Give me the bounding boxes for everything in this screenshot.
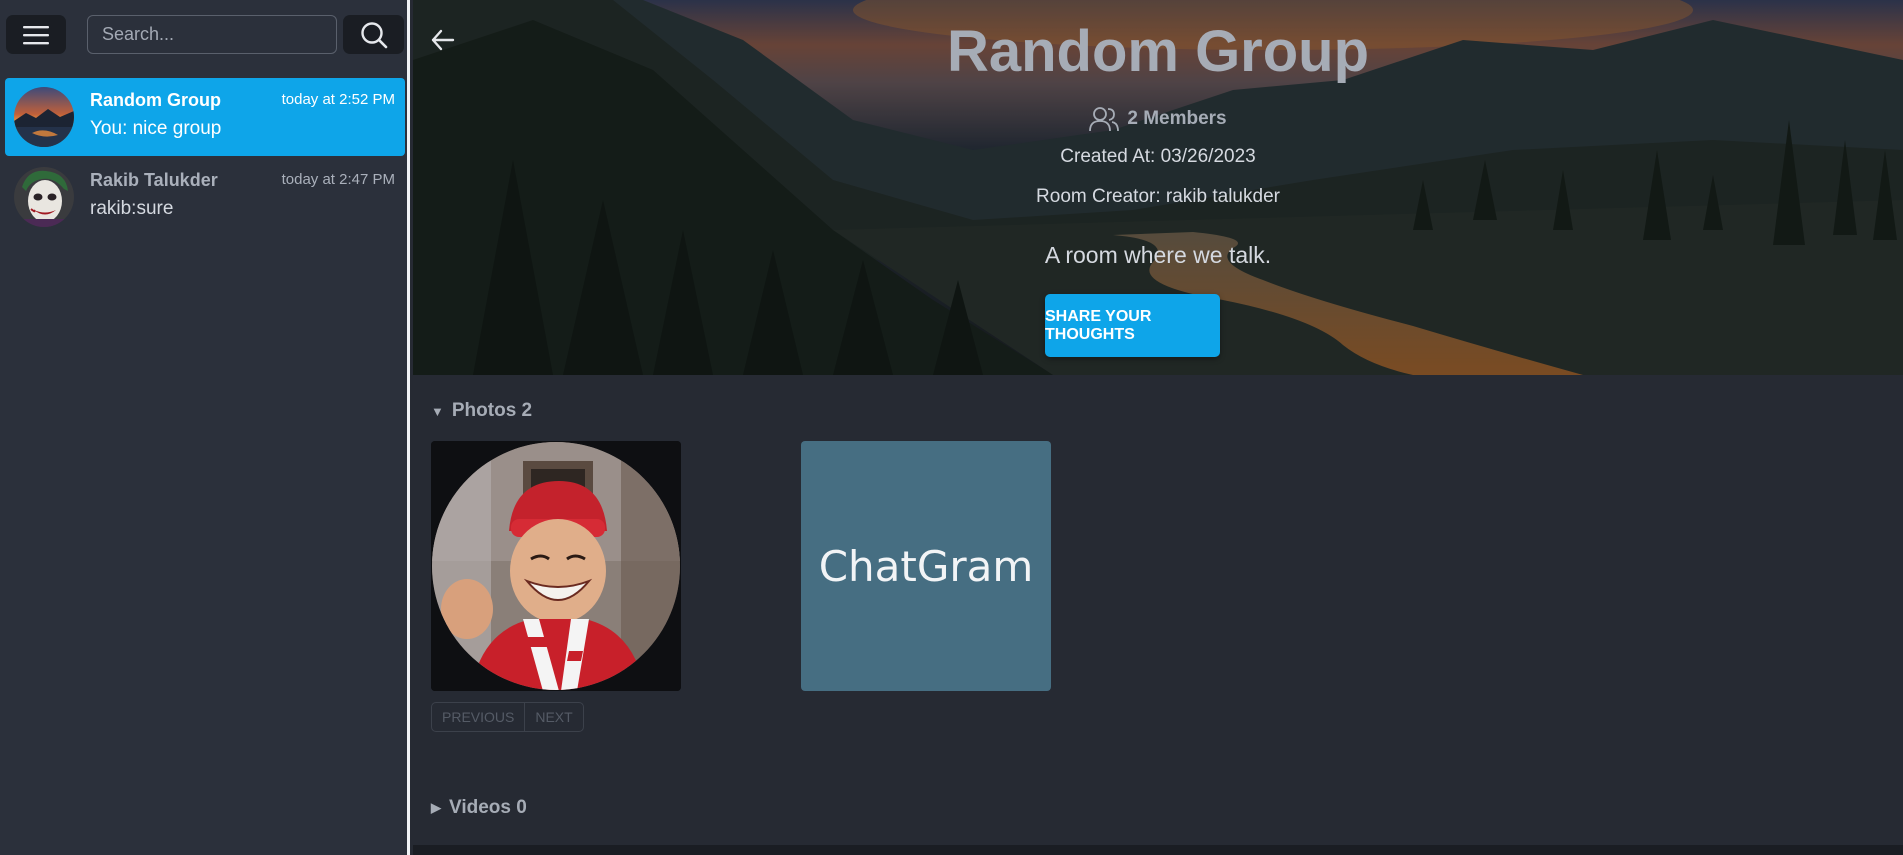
room-title: Random Group <box>946 19 1370 84</box>
room-creator: Room Creator: rakib talukder <box>1036 186 1280 207</box>
share-thoughts-button[interactable]: SHARE YOUR THOUGHTS <box>1045 294 1220 357</box>
previous-button[interactable]: PREVIOUS <box>432 703 524 731</box>
search-box <box>87 15 337 54</box>
photo-pagination: PREVIOUS NEXT <box>431 702 584 732</box>
search-button[interactable] <box>343 15 404 54</box>
smiling-person-photo <box>431 441 681 691</box>
room-panel: Random Group 2 Members Created At: 03/26… <box>413 0 1903 845</box>
chat-preview: You: nice group <box>90 118 222 139</box>
chat-time: today at 2:47 PM <box>281 171 395 188</box>
chat-name: Random Group <box>90 90 221 110</box>
members-info: 2 Members <box>413 106 1903 132</box>
photo-thumbnail[interactable] <box>431 441 681 691</box>
sidebar: Random Group today at 2:52 PM You: nice … <box>0 0 410 855</box>
chat-name: Rakib Talukder <box>90 170 218 190</box>
videos-label: Videos 0 <box>449 797 527 818</box>
joker-avatar <box>14 167 74 227</box>
chat-time: today at 2:52 PM <box>281 91 395 108</box>
chat-item-random-group[interactable]: Random Group today at 2:52 PM You: nice … <box>5 78 405 156</box>
member-count: 2 Members <box>1127 108 1227 129</box>
next-button[interactable]: NEXT <box>524 703 582 731</box>
created-at: Created At: 03/26/2023 <box>1060 146 1256 167</box>
bottom-bar <box>413 845 1903 855</box>
room-description: A room where we talk. <box>1044 242 1272 268</box>
photos-section-toggle[interactable]: ▼ Photos 2 <box>431 400 532 422</box>
photo-text: ChatGram <box>818 541 1034 591</box>
room-header: Random Group 2 Members Created At: 03/26… <box>413 0 1903 375</box>
triangle-down-icon: ▼ <box>431 403 444 419</box>
users-icon <box>1089 107 1120 132</box>
chat-item-rakib-talukder[interactable]: Rakib Talukder today at 2:47 PM rakib:su… <box>5 158 405 236</box>
chat-preview: rakib:sure <box>90 198 174 219</box>
search-icon <box>360 21 387 48</box>
videos-section-toggle[interactable]: ▶ Videos 0 <box>431 797 527 819</box>
photo-thumbnail[interactable]: ChatGram <box>801 441 1051 691</box>
landscape-avatar <box>14 87 74 147</box>
menu-button[interactable] <box>6 15 66 54</box>
search-input[interactable] <box>88 16 336 53</box>
triangle-right-icon: ▶ <box>431 800 441 815</box>
hamburger-icon <box>23 25 49 44</box>
photos-label: Photos 2 <box>451 400 533 421</box>
